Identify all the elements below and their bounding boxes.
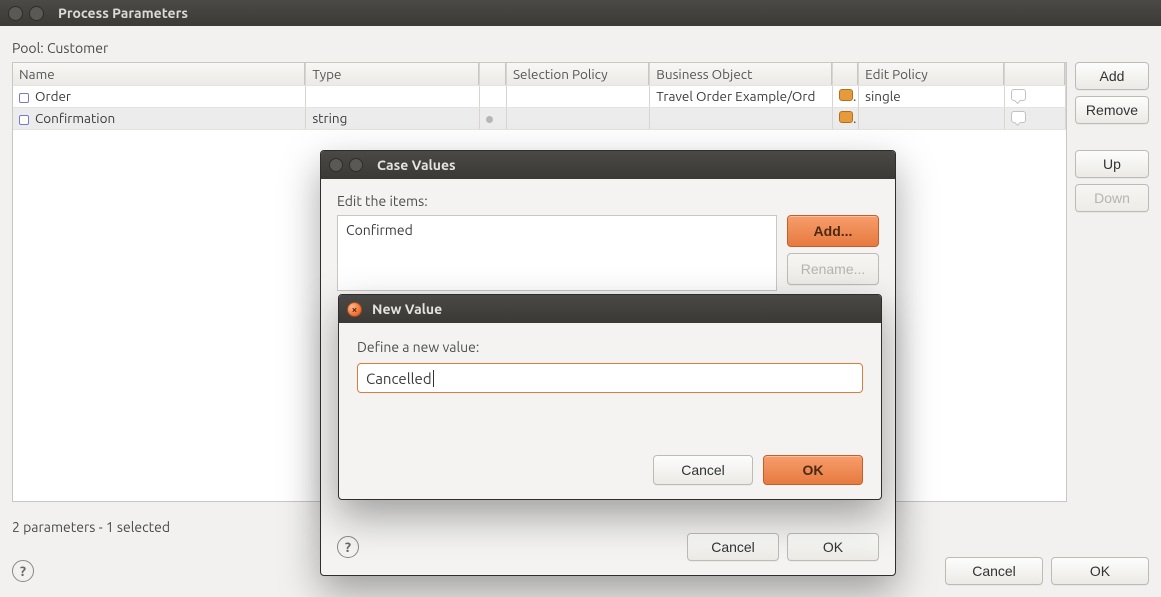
help-icon[interactable]: ? <box>12 560 34 582</box>
dot-icon <box>486 116 493 123</box>
window-close-icon[interactable] <box>8 6 23 21</box>
col-header-spacer1 <box>480 63 507 85</box>
browse-icon <box>839 89 853 101</box>
cell-business-object <box>650 107 832 129</box>
nv-cancel-button[interactable]: Cancel <box>653 455 753 485</box>
cv-ok-button[interactable]: OK <box>787 533 879 561</box>
window-min-icon[interactable] <box>29 6 44 21</box>
dialog-min-icon[interactable] <box>349 158 363 172</box>
cell-sel-policy <box>506 85 649 107</box>
down-button: Down <box>1075 184 1149 212</box>
help-icon[interactable]: ? <box>337 536 359 558</box>
cell-sel-policy <box>506 107 649 129</box>
note-icon <box>1011 89 1026 101</box>
cell-note-icon[interactable] <box>1004 85 1065 107</box>
cell-note-icon[interactable] <box>1004 107 1065 129</box>
cell-type: string <box>306 107 480 129</box>
col-header-spacer3 <box>1004 63 1065 85</box>
dialog-close-icon[interactable]: × <box>347 302 362 317</box>
cv-add-button[interactable]: Add... <box>787 215 879 247</box>
table-header-row: Name Type Selection Policy Business Obje… <box>13 63 1066 85</box>
dialog-close-icon[interactable] <box>329 158 343 172</box>
param-icon <box>19 93 29 103</box>
caret-icon <box>433 370 434 387</box>
cell-bo-icon[interactable] <box>832 85 859 107</box>
param-icon <box>19 115 29 125</box>
edit-items-label: Edit the items: <box>337 193 879 209</box>
new-value-dialog: × New Value Define a new value: Cancelle… <box>338 294 882 500</box>
cv-cancel-button[interactable]: Cancel <box>687 533 779 561</box>
dialog-title: Case Values <box>377 157 456 173</box>
cell-edit-policy <box>859 107 1004 129</box>
cell-name: Order <box>35 88 71 104</box>
items-list[interactable]: Confirmed <box>337 215 777 291</box>
col-header-name[interactable]: Name <box>13 63 306 85</box>
add-button[interactable]: Add <box>1075 62 1149 90</box>
input-text: Cancelled <box>366 370 432 387</box>
main-cancel-button[interactable]: Cancel <box>945 557 1043 585</box>
define-value-label: Define a new value: <box>357 339 863 355</box>
cell-business-object: Travel Order Example/Ord <box>650 85 832 107</box>
status-text: 2 parameters - 1 selected <box>12 519 170 535</box>
nv-ok-button[interactable]: OK <box>763 455 863 485</box>
col-header-spacer2 <box>832 63 859 85</box>
cell-name: Confirmation <box>35 110 115 126</box>
cell-spacer <box>480 85 507 107</box>
pool-label: Pool: Customer <box>12 40 1149 56</box>
col-header-type[interactable]: Type <box>306 63 480 85</box>
new-value-input[interactable]: Cancelled <box>357 363 863 393</box>
remove-button[interactable]: Remove <box>1075 96 1149 124</box>
col-header-selection-policy[interactable]: Selection Policy <box>506 63 649 85</box>
cell-spacer[interactable] <box>480 107 507 129</box>
cell-type <box>306 85 480 107</box>
dialog-title: New Value <box>372 301 442 317</box>
window-title: Process Parameters <box>58 5 188 21</box>
browse-icon <box>839 111 853 123</box>
note-icon <box>1011 111 1026 123</box>
cv-rename-button: Rename... <box>787 253 879 285</box>
up-button[interactable]: Up <box>1075 150 1149 178</box>
table-row[interactable]: Order Travel Order Example/Ord single <box>13 85 1066 107</box>
col-header-edit-policy[interactable]: Edit Policy <box>859 63 1004 85</box>
cell-edit-policy: single <box>859 85 1004 107</box>
list-item[interactable]: Confirmed <box>344 220 770 240</box>
col-header-business-object[interactable]: Business Object <box>650 63 832 85</box>
main-ok-button[interactable]: OK <box>1051 557 1149 585</box>
cell-bo-icon[interactable] <box>832 107 859 129</box>
table-row[interactable]: Confirmation string <box>13 107 1066 129</box>
